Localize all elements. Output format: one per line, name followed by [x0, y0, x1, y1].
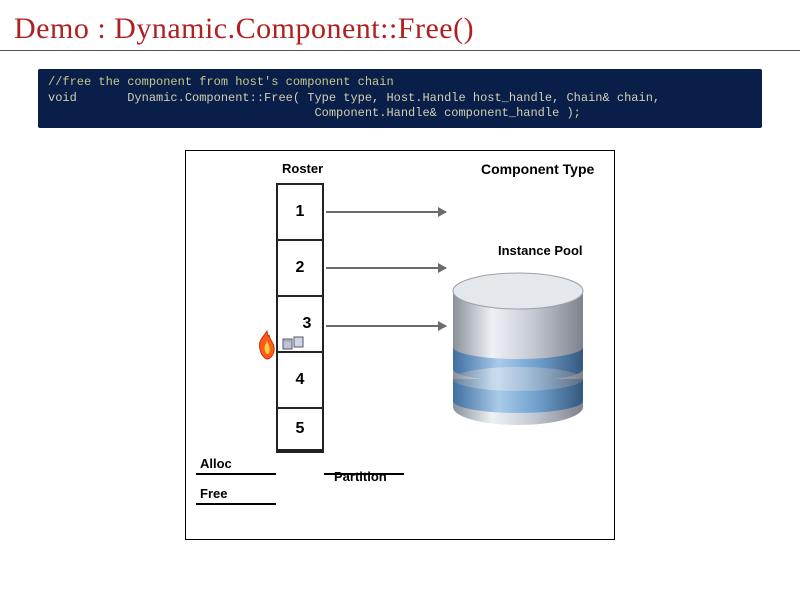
slide-title: Demo : Dynamic.Component::Free(): [0, 0, 800, 51]
code-signature-line-1: void Dynamic.Component::Free( Type type,…: [48, 91, 660, 105]
alloc-label: Alloc: [200, 456, 232, 471]
roster-cell-1: 1: [278, 185, 322, 241]
fire-icon: [252, 329, 282, 363]
roster-label: Roster: [282, 161, 323, 176]
partition-divider-line: [324, 473, 404, 475]
roster-cell-4: 4: [278, 353, 322, 409]
diagram-frame: Roster Component Type Instance Pool Allo…: [185, 150, 615, 540]
roster-cell-2: 2: [278, 241, 322, 297]
alloc-divider-line: [196, 473, 276, 475]
roster-column: 1 2 3 4 5: [276, 183, 324, 453]
roster-cell-3-num: 3: [303, 315, 312, 333]
arrow-2-to-pool: [326, 267, 446, 269]
arrow-3-to-pool: [326, 325, 446, 327]
partition-label: Partition: [334, 469, 387, 484]
instance-pool-label: Instance Pool: [498, 243, 583, 258]
free-label: Free: [200, 486, 227, 501]
roster-cell-5: 5: [278, 409, 322, 451]
code-signature-line-2: Component.Handle& component_handle );: [48, 106, 581, 120]
code-block: //free the component from host's compone…: [38, 69, 762, 128]
free-divider-line: [196, 503, 276, 505]
code-comment: //free the component from host's compone…: [48, 75, 394, 89]
component-type-label: Component Type: [481, 161, 594, 177]
database-cylinder-icon: [448, 269, 588, 429]
broken-cube-icon: [282, 335, 306, 353]
arrow-1-to-pool: [326, 211, 446, 213]
